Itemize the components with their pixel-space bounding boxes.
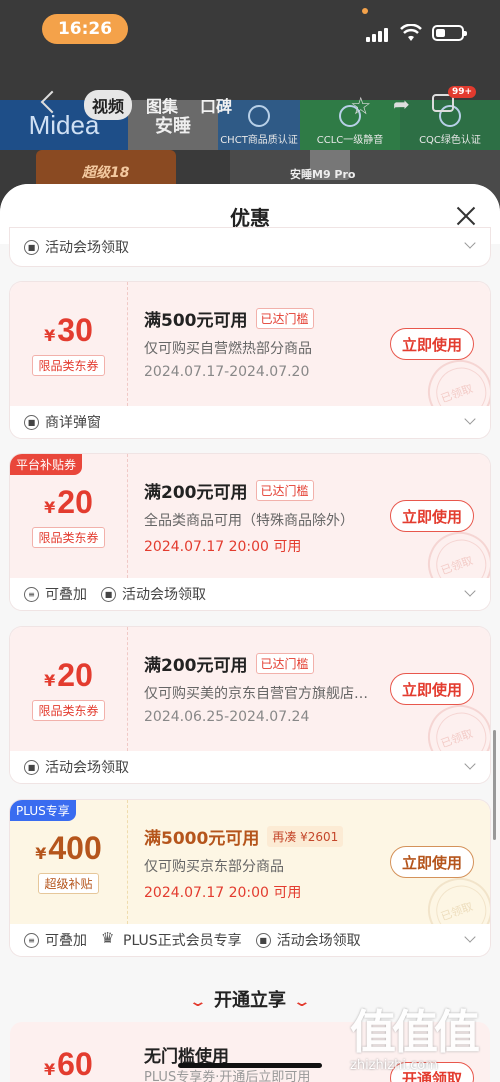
coupon-footer-partial[interactable]: ■ 活动会场领取: [10, 228, 490, 266]
status-badge: 已达门槛: [255, 652, 314, 674]
wifi-icon: [400, 24, 422, 41]
stack-icon: ≡: [24, 586, 39, 602]
tab-video[interactable]: 视频: [84, 90, 133, 120]
tag-item: ■ 活动会场领取: [24, 757, 129, 777]
crown-icon: [101, 929, 117, 947]
status-time: 16:26: [42, 14, 128, 44]
favorite-star-icon[interactable]: ☆: [350, 92, 372, 120]
tag-item: ≡ 可叠加: [24, 584, 87, 604]
status-badge: 已达门槛: [255, 479, 314, 501]
coupon-date: 2024.07.17-2024.07.20: [144, 364, 310, 380]
decor-left-icon: ⌄: [188, 994, 208, 1010]
coupon-card: ¥20 限品类东券 满200元可用已达门槛 仅可购买美的京东自营官方旗舰店部分商…: [10, 627, 490, 783]
coupon-condition: 满200元可用 已达门槛: [144, 651, 384, 676]
decor-right-icon: ⌄: [292, 994, 312, 1010]
coupon-condition: 满500元可用 已达门槛: [144, 306, 384, 331]
chevron-down-icon[interactable]: [464, 758, 476, 770]
tag-item: ≡ 可叠加: [24, 930, 87, 950]
tag-item: ■ 商详弹窗: [24, 412, 101, 432]
coupon-date: 2024.07.17 20:00 可用: [144, 539, 302, 555]
stack-icon: ≡: [24, 932, 39, 948]
watermark-site: zhizhizhi.com: [350, 1058, 438, 1073]
coupon-desc: PLUS专享券·开通后立即可用: [144, 1070, 311, 1082]
coupon-amount: ¥400: [35, 830, 102, 866]
chevron-down-icon[interactable]: [464, 585, 476, 597]
coupon-footer[interactable]: ≡可叠加 PLUS正式会员专享 ■活动会场领取: [10, 924, 490, 956]
coupon-type-tag: 超级补贴: [38, 873, 99, 894]
use-now-button[interactable]: 立即使用: [390, 673, 474, 705]
ticket-icon: ■: [24, 239, 39, 255]
coupon-type-tag: 限品类东券: [32, 355, 105, 376]
scrollbar[interactable]: [493, 730, 496, 840]
ticket-icon: ■: [24, 414, 39, 430]
coupon-amount-area: ¥30 限品类东券: [10, 282, 128, 406]
coupon-amount: ¥20: [44, 484, 93, 520]
product-name: 安睡M9 Pro: [290, 168, 356, 181]
plus-exclusive-badge: PLUS专享: [10, 800, 76, 821]
media-tabs: 视频 图集 口碑: [84, 90, 240, 120]
signal-icon: [366, 26, 392, 42]
message-badge: 99+: [448, 86, 477, 98]
status-badge: 已达门槛: [255, 307, 314, 329]
coupon-date: 2024.07.17 20:00 可用: [144, 885, 302, 901]
coupon-card: ¥20 限品类东券 满200元可用 已达门槛 全品类商品可用（特殊商品除外） 20…: [10, 454, 490, 610]
coupon-amount-area: ¥20 限品类东券: [10, 627, 128, 751]
certification-banner: Midea 安睡 CHCT商品质认证 CCLC一级静音 CQC绿色认证: [0, 100, 500, 150]
coupon-amount: ¥20: [44, 657, 93, 693]
coupon-card: ¥30 限品类东券 满500元可用 已达门槛 仅可购买自营燃热部分商品 2024.…: [10, 282, 490, 438]
coupon-condition: 满200元可用 已达门槛: [144, 478, 384, 503]
chevron-down-icon[interactable]: [464, 413, 476, 425]
coupon-amount: ¥60: [44, 1046, 93, 1082]
watermark: 值值值 zhizhizhi.com: [350, 996, 500, 1082]
close-icon[interactable]: [456, 206, 476, 226]
watermark-logo: 值值值: [350, 1005, 480, 1059]
sheet-title: 优惠: [230, 206, 270, 230]
tab-gallery[interactable]: 图集: [138, 90, 186, 120]
coupon-sheet: 优惠 ■ 活动会场领取 ¥30 限品类东券 满500元可用 已达门槛 仅可购买自营燃…: [0, 184, 500, 1082]
tag-item: ■ 活动会场领取: [101, 584, 206, 604]
use-now-button[interactable]: 立即使用: [390, 328, 474, 360]
tag-item: ■ 活动会场领取: [24, 237, 129, 257]
tag-item: ■ 活动会场领取: [255, 930, 361, 950]
use-now-button[interactable]: 立即使用: [390, 500, 474, 532]
ticket-icon: ■: [255, 932, 271, 948]
platform-subsidy-badge: 平台补贴券: [10, 454, 83, 475]
chevron-down-icon[interactable]: [464, 237, 476, 249]
home-indicator[interactable]: [178, 1063, 322, 1068]
coupon-desc: 仅可购买美的京东自营官方旗舰店部分商品: [144, 686, 368, 702]
coupon-card-plus: ¥400 超级补贴 满5000元可用 再凑 ¥2601 仅可购买京东部分商品 20…: [10, 800, 490, 956]
tag-item: PLUS正式会员专享: [101, 929, 242, 950]
tab-reviews[interactable]: 口碑: [192, 90, 240, 120]
ticket-icon: ■: [24, 759, 39, 775]
coupon-type-tag: 限品类东券: [32, 527, 105, 548]
chevron-down-icon[interactable]: [464, 931, 476, 943]
ticket-icon: ■: [101, 586, 116, 602]
coupon-desc: 全品类商品可用（特殊商品除外）: [144, 513, 354, 529]
coupon-type-tag: 限品类东券: [32, 700, 105, 721]
status-badge: 再凑 ¥2601: [267, 825, 344, 847]
coupon-condition: 满5000元可用 再凑 ¥2601: [144, 824, 384, 849]
coupon-footer[interactable]: ■ 商详弹窗: [10, 406, 490, 438]
coupon-amount: ¥30: [44, 312, 93, 348]
badge-icon: [248, 104, 270, 127]
coupon-footer[interactable]: ≡ 可叠加 ■ 活动会场领取: [10, 578, 490, 610]
coupon-date: 2024.06.25-2024.07.24: [144, 709, 310, 725]
use-now-button[interactable]: 立即使用: [390, 846, 474, 878]
coupon-desc: 仅可购买京东部分商品: [144, 859, 284, 875]
share-icon[interactable]: ➦: [393, 92, 410, 116]
battery-icon: [432, 25, 467, 41]
recording-dot-icon: [362, 8, 368, 14]
coupon-footer[interactable]: ■ 活动会场领取: [10, 751, 490, 783]
coupon-desc: 仅可购买自营燃热部分商品: [144, 341, 312, 357]
